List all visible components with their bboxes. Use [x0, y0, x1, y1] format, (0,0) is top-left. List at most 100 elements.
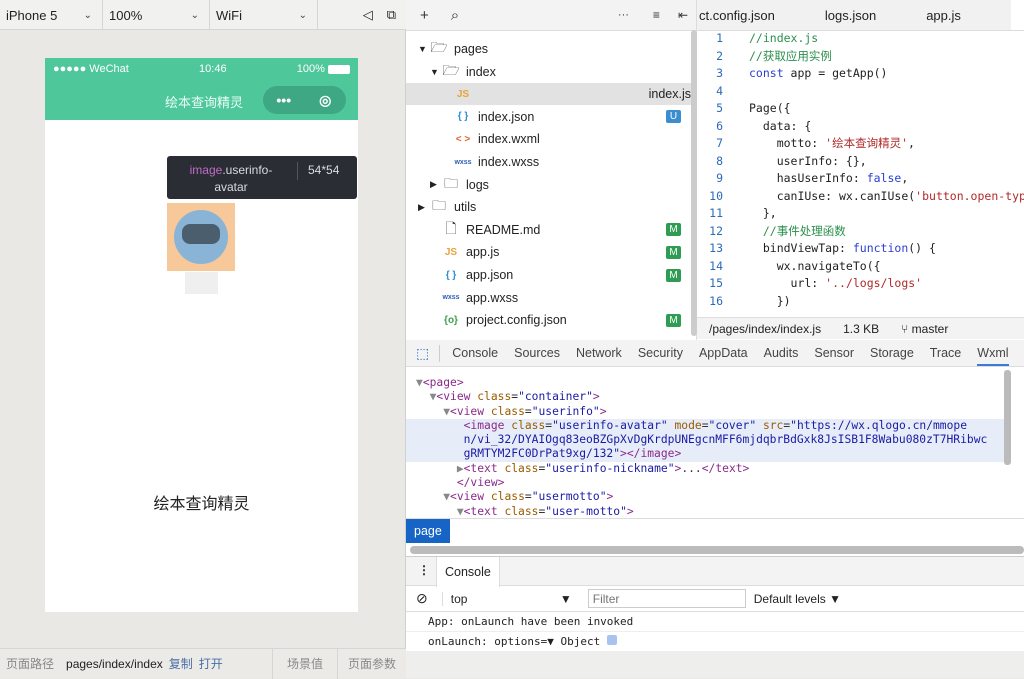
devtools-tab-network[interactable]: Network	[576, 346, 622, 360]
devtools-panel: ⬚ Console Sources Network Security AppData Au…	[406, 340, 1024, 678]
horizontal-scrollbar[interactable]	[410, 546, 1024, 554]
file-tree-item[interactable]: ▶ 🗀 logs	[406, 174, 691, 196]
json-icon: { }	[445, 269, 457, 281]
editor-tab[interactable]: logs.json	[825, 8, 926, 23]
code-token: },	[749, 206, 777, 220]
caret-down-icon[interactable]: ▼	[430, 67, 442, 77]
js-icon: JS	[444, 246, 458, 258]
file-tree-item[interactable]: { } app.json M	[406, 264, 691, 286]
chevron-down-icon: ⌄	[83, 9, 92, 21]
code-token: //获取应用实例	[749, 48, 832, 63]
console-input-area[interactable]	[406, 652, 1024, 678]
file-name: pages	[454, 42, 489, 56]
network-select[interactable]: WiFi ⌄	[210, 0, 318, 30]
copy-link[interactable]: 复制	[169, 655, 193, 672]
console-message[interactable]: onLaunch: options=▼ Object	[406, 632, 1024, 652]
file-name: index.json	[478, 109, 535, 124]
file-tree-item[interactable]: { } index.json U	[406, 106, 691, 128]
line-number: 2	[716, 48, 723, 63]
caret-right-icon[interactable]: ▶	[430, 179, 442, 190]
drawer-menu-icon[interactable]: ⋮	[418, 563, 430, 577]
console-drawer-tab[interactable]: Console	[436, 557, 500, 587]
device-select[interactable]: iPhone 5 ⌄	[0, 0, 103, 30]
outline-icon[interactable]: ≡	[653, 8, 660, 22]
simulator-toolbar: iPhone 5 ⌄ 100% ⌄ WiFi ⌄ ◁ ⧉	[0, 0, 406, 30]
devtools-tab-sensor[interactable]: Sensor	[814, 346, 854, 360]
code-token: userInfo: {},	[749, 153, 867, 168]
breadcrumb-page[interactable]: page	[406, 519, 450, 543]
open-link[interactable]: 打开	[199, 655, 223, 672]
file-tree-item[interactable]: ▶ 🗀 utils	[406, 196, 691, 218]
simulator-footer: 页面路径 pages/index/index 复制 打开 场景值 页面参数	[0, 648, 406, 679]
code-token: false	[866, 171, 902, 185]
file-tree-item[interactable]: JS app.js M	[406, 241, 691, 263]
file-tree-item[interactable]: wxss index.wxss	[406, 151, 691, 173]
devtools-tab-audits[interactable]: Audits	[764, 346, 799, 360]
folder-open-icon: 🗁	[442, 61, 460, 78]
file-tree-item[interactable]: JS index.js	[406, 83, 691, 106]
more-icon[interactable]: •••	[263, 92, 305, 108]
editor-tab[interactable]: in	[1010, 0, 1024, 30]
code-token: Page({	[749, 101, 791, 115]
code-token: url:	[749, 276, 826, 290]
code-area[interactable]: 1 //index.js 2 //获取应用实例 3 const app = getApp(…	[697, 30, 1024, 310]
code-line: 16 })	[697, 293, 1024, 311]
file-tree-item[interactable]: ▼ 🗁 index	[406, 61, 691, 83]
scene-value-button[interactable]: 场景值	[271, 648, 337, 679]
page-params-button[interactable]: 页面参数	[336, 648, 406, 679]
file-tree-item[interactable]: {o} project.config.json M	[406, 309, 691, 331]
line-number: 6	[716, 118, 723, 133]
user-avatar[interactable]	[174, 210, 228, 264]
page-path: pages/index/index	[66, 656, 163, 671]
window-icon[interactable]: ⧉	[387, 7, 396, 23]
code-token: const	[749, 66, 784, 80]
devtools-tab-wxml[interactable]: Wxml	[977, 346, 1009, 366]
devtools-tabs: ⬚ Console Sources Network Security AppData Au…	[406, 340, 1024, 367]
editor-tab[interactable]: ct.config.json	[697, 8, 825, 23]
code-token: //事件处理函数	[749, 223, 846, 238]
config-icon: {o}	[444, 314, 458, 326]
code-token: app = getApp()	[783, 66, 888, 80]
line-number: 12	[709, 223, 723, 238]
code-token: ,	[908, 136, 915, 150]
log-levels-select[interactable]: Default levels ▼	[754, 592, 841, 606]
wxss-icon: wxss	[454, 158, 472, 166]
file-icon: 🗋	[445, 219, 457, 236]
search-icon[interactable]: ⌕	[451, 7, 459, 24]
file-tree-item[interactable]: < > index.wxml	[406, 128, 691, 150]
git-branch[interactable]: ⑂ master	[901, 322, 948, 336]
devtools-tab-console[interactable]: Console	[452, 346, 498, 360]
devtools-tab-appdata[interactable]: AppData	[699, 346, 748, 360]
file-tree-item[interactable]: ▼ 🗁 pages	[406, 38, 691, 60]
devtools-tab-storage[interactable]: Storage	[870, 346, 914, 360]
line-number: 3	[716, 66, 723, 80]
clear-console-icon[interactable]: ⊘	[416, 590, 428, 607]
collapse-icon[interactable]: ⇤	[678, 8, 688, 22]
caret-right-icon[interactable]: ▶	[418, 202, 430, 213]
wxml-scrollbar[interactable]	[1004, 370, 1011, 465]
git-status-badge: M	[666, 223, 681, 237]
console-filter-input[interactable]	[587, 589, 746, 608]
devtools-tab-security[interactable]: Security	[638, 346, 683, 360]
devtools-tab-sources[interactable]: Sources	[514, 346, 560, 360]
editor-tab[interactable]: app.js	[926, 8, 1011, 23]
file-tree-item[interactable]: wxss app.wxss	[406, 287, 691, 309]
branch-icon: ⑂	[901, 321, 909, 336]
line-number: 10	[709, 188, 723, 203]
context-select[interactable]: top ▼	[441, 591, 572, 606]
file-tree-item[interactable]: 🗋 README.md M	[406, 219, 691, 241]
line-number: 4	[716, 83, 723, 98]
network-value: WiFi	[216, 7, 242, 23]
caret-down-icon[interactable]: ▼	[418, 44, 430, 54]
wxml-tree[interactable]: ▼<page> ▼<view class="container"> ▼<view…	[406, 376, 1006, 519]
volume-icon[interactable]: ◁	[363, 7, 373, 23]
inspect-element-icon[interactable]: ⬚	[416, 344, 441, 362]
add-icon[interactable]: +	[420, 7, 429, 24]
tooltip-tag: image	[189, 163, 223, 177]
more-icon[interactable]: ···	[618, 9, 629, 21]
close-mini-program-icon[interactable]: ◎	[305, 92, 347, 109]
code-token: canIUse: wx.canIUse(	[749, 188, 916, 203]
zoom-select[interactable]: 100% ⌄	[103, 0, 210, 30]
devtools-tab-trace[interactable]: Trace	[930, 346, 962, 360]
device-value: iPhone 5	[6, 7, 58, 23]
